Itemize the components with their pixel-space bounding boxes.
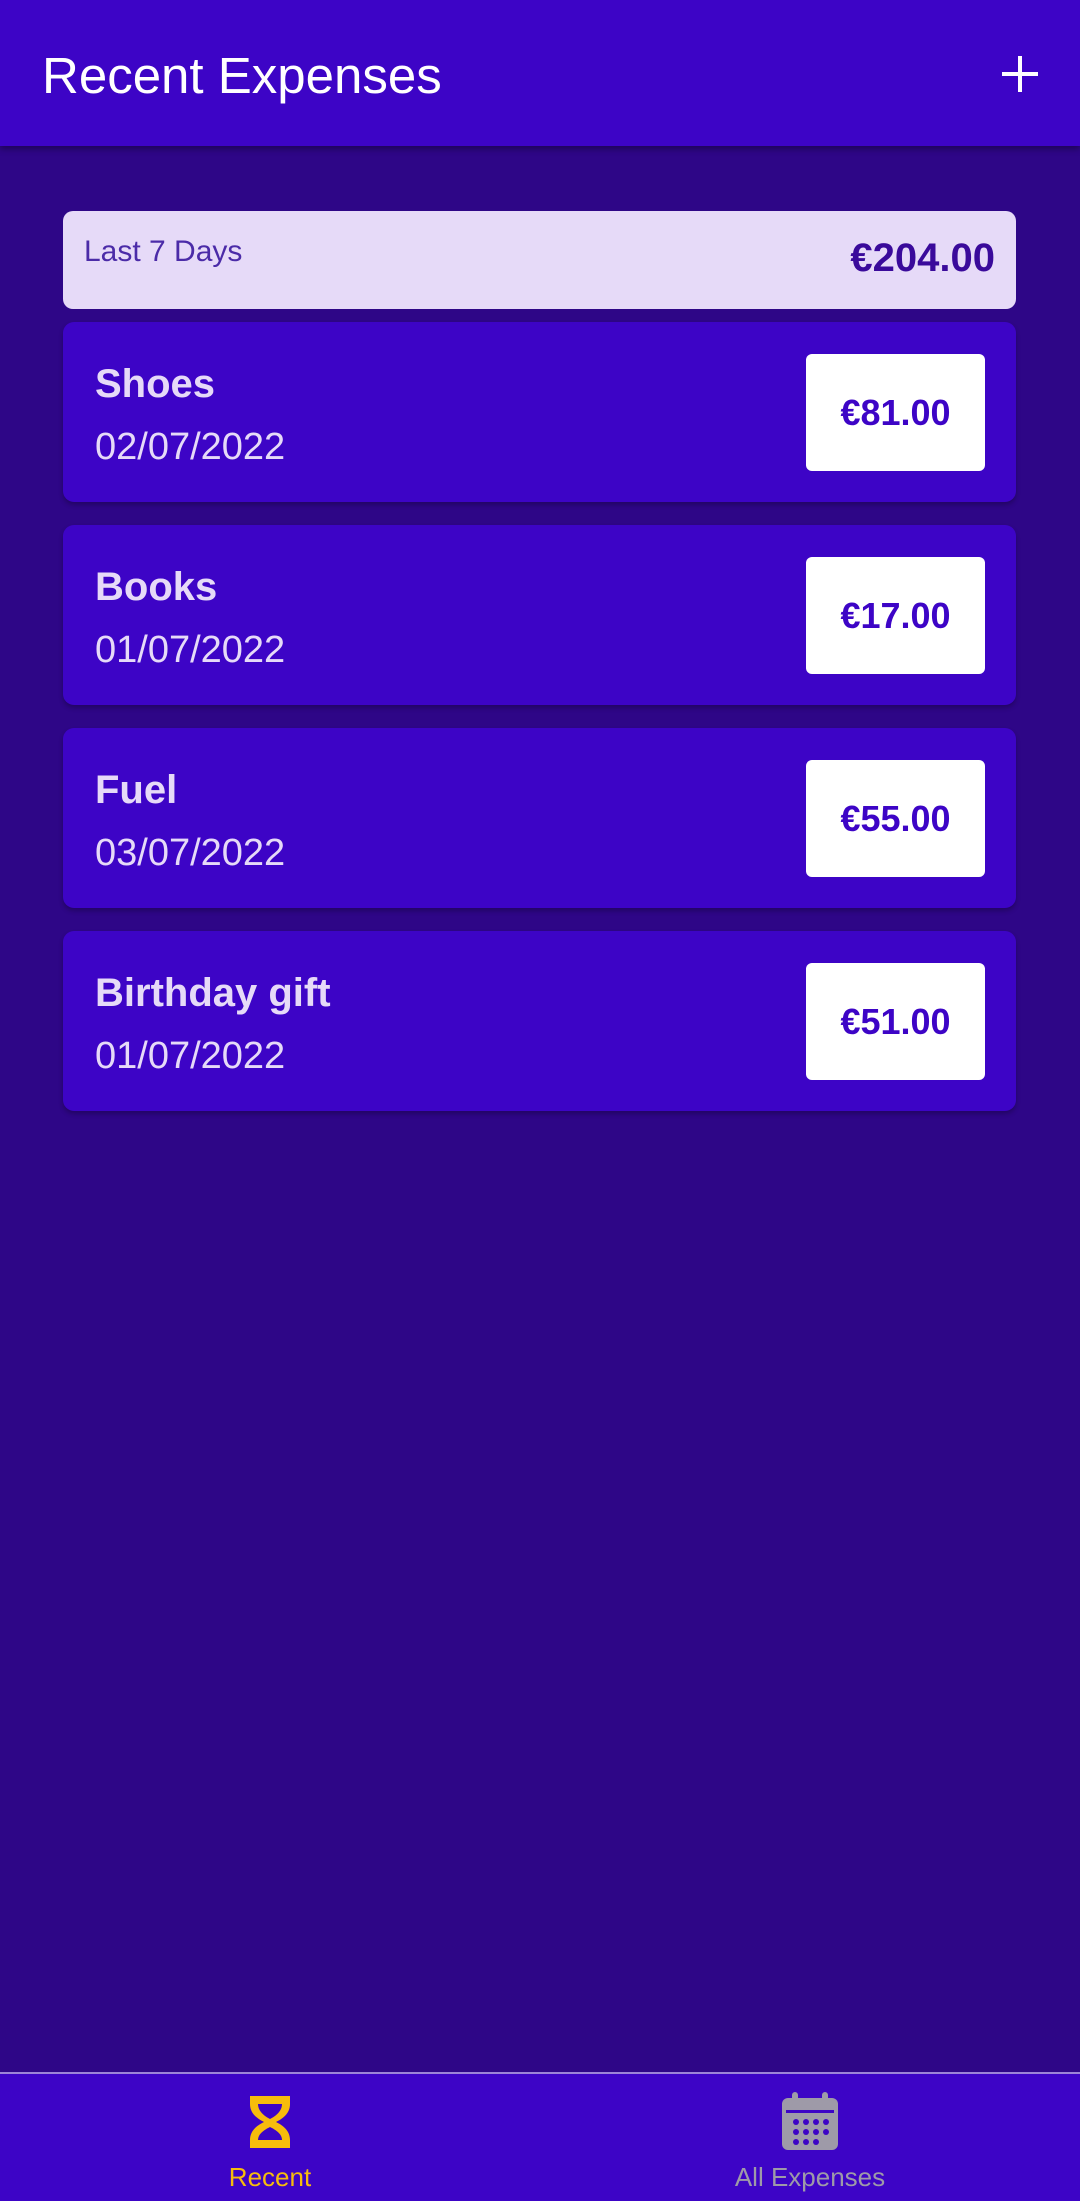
expense-list: Shoes 02/07/2022 €81.00 Books 01/07/2022…: [63, 322, 1016, 1134]
add-expense-button[interactable]: [988, 38, 1052, 110]
calendar-icon: [782, 2092, 838, 2150]
expense-amount: €55.00: [840, 797, 951, 839]
expense-item[interactable]: Books 01/07/2022 €17.00: [63, 525, 1016, 705]
bottom-navigation: Recent All Expenses: [0, 2072, 1080, 2201]
tab-all-expenses[interactable]: All Expenses: [540, 2074, 1080, 2201]
expenses-summary: Last 7 Days €204.00: [63, 211, 1016, 309]
expense-amount: €17.00: [840, 594, 951, 636]
expense-item[interactable]: Shoes 02/07/2022 €81.00: [63, 322, 1016, 502]
plus-icon: [1002, 56, 1038, 92]
tab-recent[interactable]: Recent: [0, 2074, 540, 2201]
expense-date: 02/07/2022: [95, 426, 286, 468]
expense-date: 03/07/2022: [95, 832, 286, 874]
summary-total: €204.00: [850, 236, 995, 280]
page-title: Recent Expenses: [42, 47, 442, 104]
expense-item[interactable]: Fuel 03/07/2022 €55.00: [63, 728, 1016, 908]
tab-all-expenses-label: All Expenses: [734, 2162, 886, 2192]
expense-description: Birthday gift: [95, 971, 331, 1015]
expense-description: Books: [95, 565, 218, 609]
expense-date: 01/07/2022: [95, 629, 286, 671]
expense-amount-box: €17.00: [806, 557, 985, 674]
expense-description: Shoes: [95, 362, 216, 406]
expense-date: 01/07/2022: [95, 1035, 286, 1077]
expense-amount-box: €81.00: [806, 354, 985, 471]
expense-description: Fuel: [95, 768, 178, 812]
app-header: Recent Expenses: [0, 0, 1080, 146]
expense-item[interactable]: Birthday gift 01/07/2022 €51.00: [63, 931, 1016, 1111]
expense-amount: €81.00: [840, 391, 951, 433]
hourglass-icon: [250, 2096, 290, 2148]
expense-amount-box: €55.00: [806, 760, 985, 877]
summary-period: Last 7 Days: [84, 235, 243, 268]
expense-amount: €51.00: [840, 1000, 951, 1042]
tab-recent-label: Recent: [228, 2162, 312, 2192]
expense-amount-box: €51.00: [806, 963, 985, 1080]
